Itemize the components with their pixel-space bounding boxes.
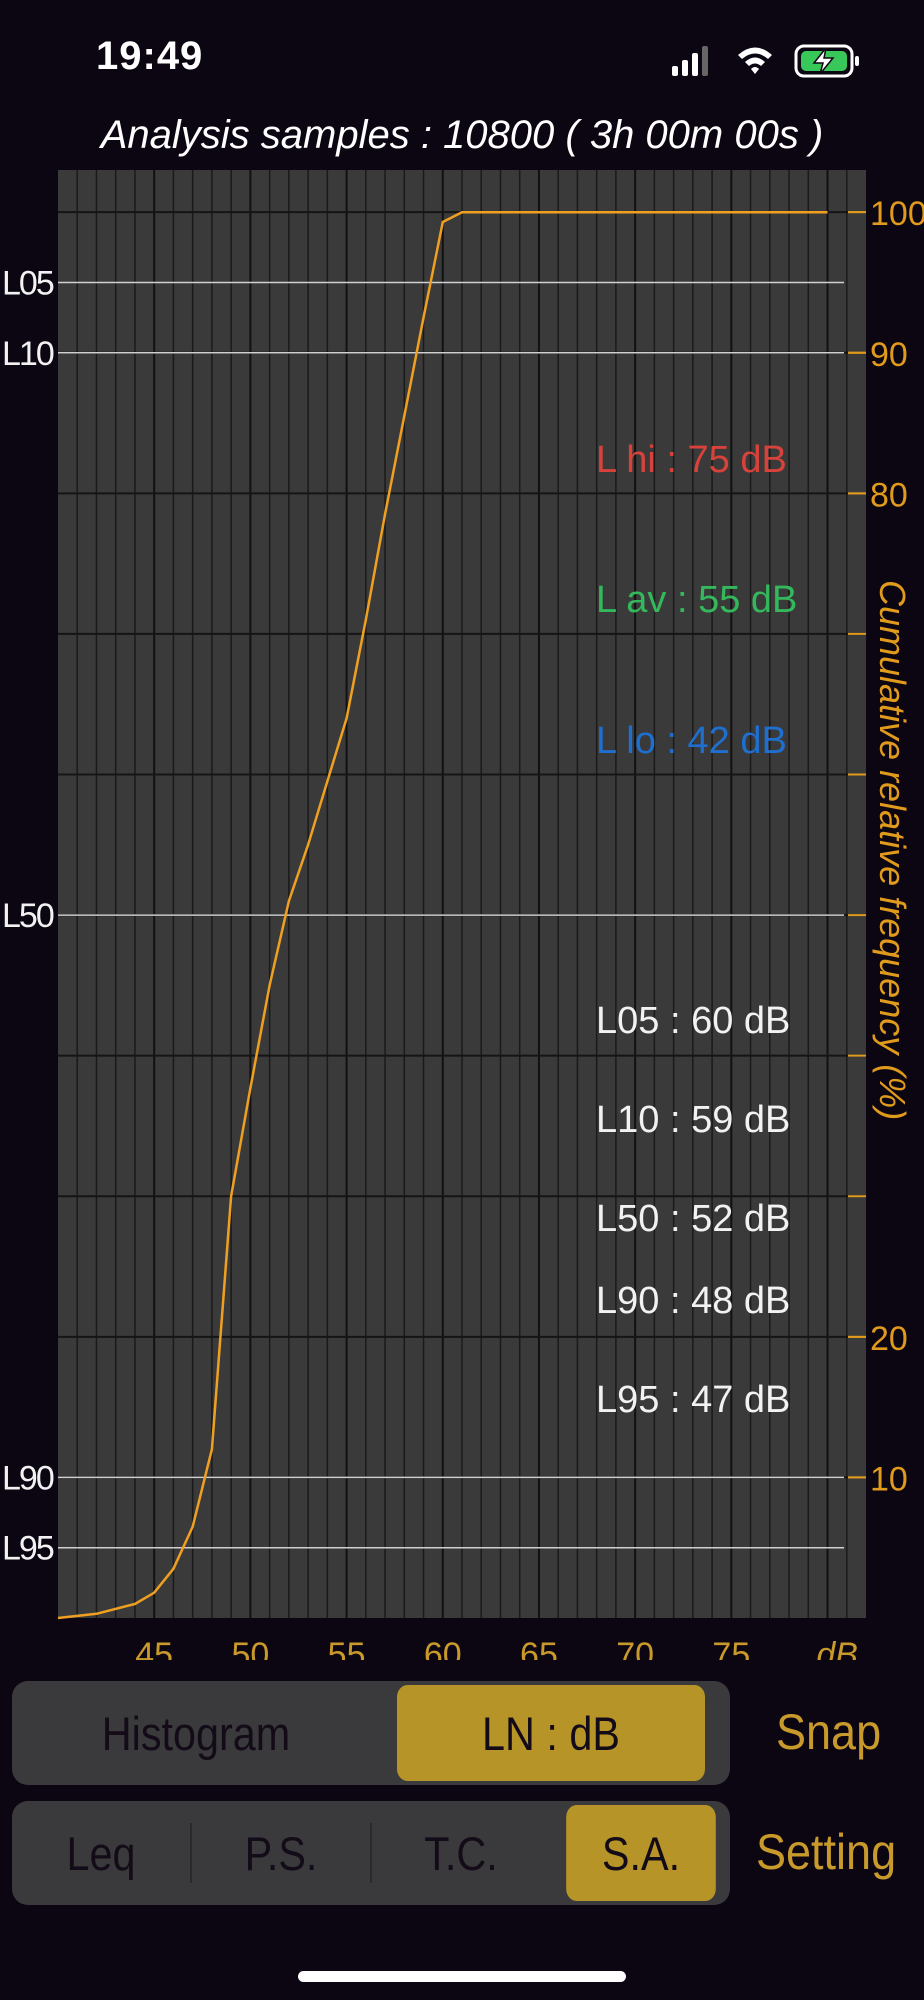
wifi-icon: [738, 47, 772, 74]
left-label-l90: L90: [2, 1459, 54, 1497]
l-lo-readout: L lo : 42 dB: [596, 720, 787, 762]
l50-readout: L50 : 52 dB: [596, 1198, 790, 1240]
x-tick-label: 60: [424, 1636, 462, 1660]
right-tick-label: 20: [870, 1320, 908, 1358]
cellular-signal-icon: [672, 46, 708, 76]
x-tick-label: 45: [135, 1636, 173, 1660]
analysis-samples-title: Analysis samples : 10800 ( 3h 00m 00s ): [100, 113, 824, 157]
left-label-l50: L50: [2, 897, 54, 935]
mode-segmented-control: Histogram LN : dB: [12, 1681, 730, 1785]
x-tick-label: 70: [616, 1636, 654, 1660]
x-tick-label: 75: [712, 1636, 750, 1660]
ln-db-segment[interactable]: LN : dB: [397, 1685, 705, 1781]
l90-readout: L90 : 48 dB: [596, 1280, 790, 1322]
right-tick-label: 100: [870, 195, 924, 233]
cumulative-frequency-chart[interactable]: L05 L10 L50 L90 L95 10 20 90 100 80 45 50 55 60 65 70…: [0, 160, 924, 1660]
x-axis: 45 50 55 60 65 70 75 dB: [135, 1636, 858, 1660]
x-tick-label: 55: [328, 1636, 366, 1660]
tab-tc[interactable]: T.C.: [383, 1801, 540, 1905]
left-label-l10: L10: [2, 335, 54, 373]
y-axis-label: Cumulative relative frequency (%): [872, 580, 913, 1120]
x-tick-label: 50: [231, 1636, 269, 1660]
l-av-readout: L av : 55 dB: [596, 579, 797, 621]
right-tick-label: 10: [870, 1460, 908, 1498]
status-icons: [672, 44, 859, 78]
left-axis-labels: L05 L10 L50 L90 L95: [2, 264, 56, 1568]
tab-ps[interactable]: P.S.: [203, 1801, 360, 1905]
l95-readout: L95 : 47 dB: [596, 1379, 790, 1421]
tab-sa[interactable]: S.A.: [566, 1805, 716, 1901]
left-label-l05: L05: [2, 264, 54, 302]
right-tick-label: 90: [870, 336, 908, 374]
battery-charging-icon: [794, 44, 859, 78]
snap-button[interactable]: Snap: [776, 1703, 881, 1761]
status-time: 19:49: [96, 34, 204, 78]
left-label-l95: L95: [2, 1530, 54, 1568]
x-tick-label: 65: [520, 1636, 558, 1660]
l05-readout: L05 : 60 dB: [596, 1000, 790, 1042]
tab-divider: [190, 1823, 192, 1883]
tab-divider: [370, 1823, 372, 1883]
tab-leq[interactable]: Leq: [23, 1801, 180, 1905]
l10-readout: L10 : 59 dB: [596, 1099, 790, 1141]
function-tab-bar: Leq P.S. T.C. S.A.: [12, 1801, 730, 1905]
x-axis-unit: dB: [816, 1636, 858, 1660]
l-hi-readout: L hi : 75 dB: [596, 439, 787, 481]
setting-button[interactable]: Setting: [756, 1823, 896, 1881]
right-tick-label: 80: [870, 476, 908, 514]
home-indicator: [298, 1971, 626, 1982]
histogram-segment[interactable]: Histogram: [34, 1681, 358, 1785]
